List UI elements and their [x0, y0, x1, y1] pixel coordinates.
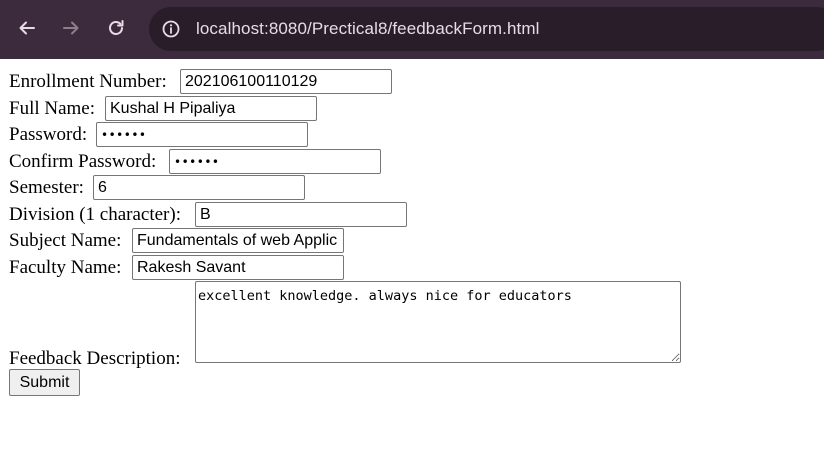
division-input[interactable] — [195, 202, 407, 227]
semester-input[interactable] — [93, 175, 305, 200]
reload-icon — [109, 20, 124, 35]
confirm-password-input[interactable] — [169, 149, 381, 174]
url-text: localhost:8080/Prectical8/feedbackForm.h… — [196, 19, 540, 38]
forward-arrow-icon — [63, 21, 79, 35]
fullname-input[interactable] — [105, 96, 317, 121]
back-arrow-icon — [19, 21, 35, 35]
enrollment-label: Enrollment Number: — [9, 71, 167, 92]
submit-button[interactable]: Submit — [9, 369, 80, 396]
feedback-textarea[interactable]: excellent knowledge. always nice for edu… — [195, 281, 681, 363]
faculty-input[interactable] — [132, 255, 344, 280]
back-button[interactable] — [13, 14, 41, 42]
site-info-icon[interactable] — [161, 19, 181, 39]
address-bar[interactable]: localhost:8080/Prectical8/feedbackForm.h… — [149, 7, 824, 51]
semester-label: Semester: — [9, 177, 84, 198]
faculty-label: Faculty Name: — [9, 257, 122, 278]
subject-input[interactable] — [132, 228, 344, 253]
forward-button[interactable] — [57, 14, 85, 42]
password-input[interactable] — [96, 122, 308, 147]
browser-toolbar: localhost:8080/Prectical8/feedbackForm.h… — [0, 0, 824, 59]
subject-label: Subject Name: — [9, 230, 122, 251]
enrollment-input[interactable] — [180, 69, 392, 94]
reload-button[interactable] — [102, 14, 130, 42]
feedback-label: Feedback Description: — [9, 348, 181, 369]
fullname-label: Full Name: — [9, 98, 96, 119]
password-label: Password: — [9, 124, 88, 145]
division-label: Division (1 character): — [9, 204, 181, 225]
confirm-password-label: Confirm Password: — [9, 151, 157, 172]
